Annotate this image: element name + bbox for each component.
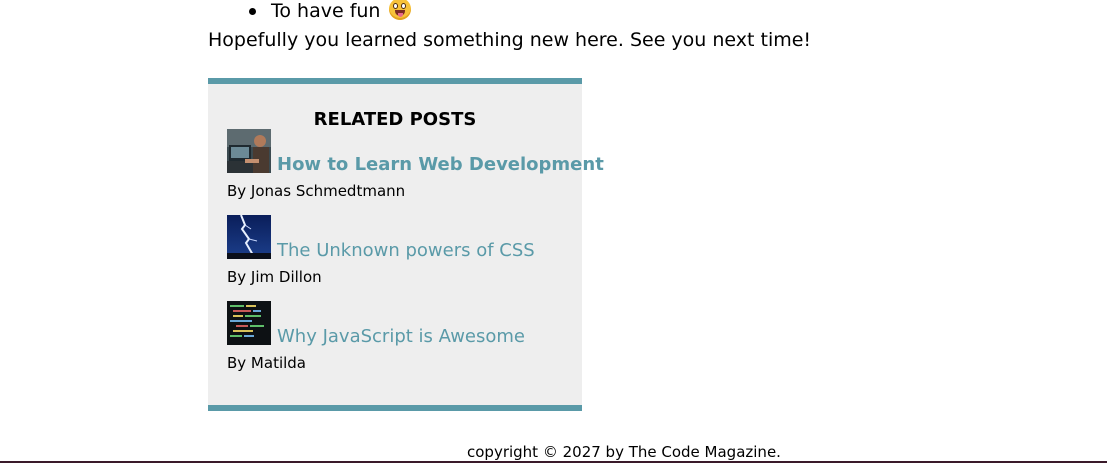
article-page: To have fun Hopefully you learned someth… <box>0 0 1107 463</box>
related-post-author: By Matilda <box>227 354 306 372</box>
list-item-text: To have fun <box>271 0 381 22</box>
related-post-link[interactable]: The Unknown powers of CSS <box>277 239 535 263</box>
closing-paragraph: Hopefully you learned something new here… <box>208 29 812 51</box>
list-item: To have fun <box>249 0 411 25</box>
code-screen-thumbnail[interactable] <box>227 301 271 345</box>
related-post-author: By Jonas Schmedtmann <box>227 182 406 200</box>
person-at-laptop-thumbnail[interactable] <box>227 129 271 173</box>
grinning-tongue-emoji-icon <box>388 0 411 20</box>
related-post-link[interactable]: Why JavaScript is Awesome <box>277 325 525 349</box>
related-post-author: By Jim Dillon <box>227 268 322 286</box>
bullet-dot <box>249 8 256 15</box>
footer-copyright: copyright © 2027 by The Code Magazine. <box>467 443 781 461</box>
related-post-link[interactable]: How to Learn Web Development <box>277 153 604 177</box>
related-posts-box: RELATED POSTS How to Learn Web Developme… <box>208 78 604 411</box>
article-bullet-list: To have fun <box>249 0 411 25</box>
lightning-thumbnail[interactable] <box>227 215 271 259</box>
